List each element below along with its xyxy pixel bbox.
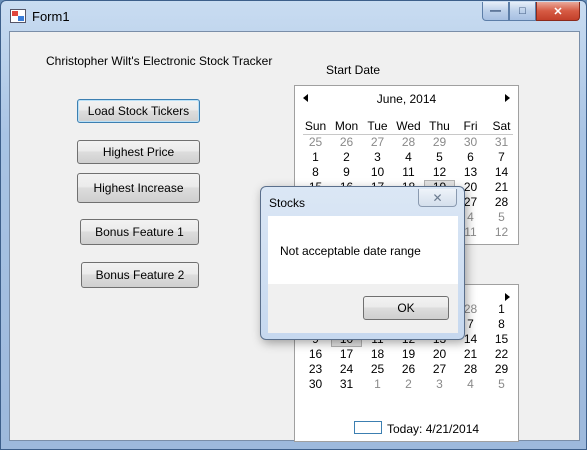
- calendar-day[interactable]: 4: [455, 377, 486, 392]
- next-month-arrow-icon[interactable]: [505, 293, 510, 301]
- today-label[interactable]: Today: 4/21/2014: [387, 422, 479, 436]
- calendar-day[interactable]: 13: [455, 165, 486, 180]
- calendar-day[interactable]: 29: [424, 135, 455, 150]
- calendar-day[interactable]: 15: [486, 332, 517, 347]
- calendar-day[interactable]: 7: [486, 150, 517, 165]
- calendar-day[interactable]: 11: [393, 165, 424, 180]
- start-date-label: Start Date: [326, 63, 381, 77]
- dialog-title: Stocks: [269, 196, 306, 210]
- calendar-day[interactable]: 21: [486, 180, 517, 195]
- calendar-day[interactable]: 2: [331, 150, 362, 165]
- highest-price-button[interactable]: Highest Price: [77, 140, 200, 164]
- calendar-day[interactable]: 31: [331, 377, 362, 392]
- calendar-day[interactable]: 3: [362, 150, 393, 165]
- message-box: Stocks ✕ Not acceptable date range OK: [260, 186, 465, 340]
- maximize-icon: □: [519, 5, 526, 17]
- calendar-day[interactable]: 8: [486, 317, 517, 332]
- dialog-body: Not acceptable date range: [268, 216, 458, 284]
- weekday-header: Wed: [396, 119, 421, 133]
- calendar-day[interactable]: 19: [393, 347, 424, 362]
- calendar-day[interactable]: 28: [455, 362, 486, 377]
- close-icon: ✕: [553, 5, 563, 18]
- calendar-day[interactable]: 16: [300, 347, 331, 362]
- weekday-header: Thu: [429, 119, 450, 133]
- calendar-day[interactable]: 5: [424, 150, 455, 165]
- calendar-day[interactable]: 31: [486, 135, 517, 150]
- title-bar[interactable]: Form1 — □ ✕: [1, 1, 586, 31]
- calendar-day[interactable]: 3: [424, 377, 455, 392]
- calendar-day[interactable]: 1: [300, 150, 331, 165]
- app-icon: [10, 9, 26, 23]
- calendar-day[interactable]: 2: [393, 377, 424, 392]
- calendar-day[interactable]: 4: [393, 150, 424, 165]
- app-title-label: Christopher Wilt's Electronic Stock Trac…: [46, 54, 273, 68]
- calendar-day[interactable]: 14: [486, 165, 517, 180]
- calendar-day[interactable]: 1: [362, 377, 393, 392]
- bonus-feature-1-button[interactable]: Bonus Feature 1: [80, 219, 199, 245]
- calendar-day[interactable]: 8: [300, 165, 331, 180]
- calendar-day[interactable]: 20: [424, 347, 455, 362]
- calendar-day[interactable]: 23: [300, 362, 331, 377]
- maximize-button[interactable]: □: [509, 2, 536, 21]
- minimize-button[interactable]: —: [482, 2, 509, 21]
- calendar-day[interactable]: 5: [486, 377, 517, 392]
- calendar-day[interactable]: 18: [362, 347, 393, 362]
- dialog-footer: OK: [268, 284, 458, 333]
- dialog-close-button[interactable]: ✕: [418, 189, 457, 207]
- calendar-day[interactable]: 12: [424, 165, 455, 180]
- close-icon: ✕: [432, 190, 443, 205]
- calendar-day[interactable]: 17: [331, 347, 362, 362]
- today-marker: [354, 421, 382, 434]
- calendar-day[interactable]: 30: [300, 377, 331, 392]
- weekday-header: Tue: [367, 119, 388, 133]
- weekday-header: Fri: [463, 119, 478, 133]
- window-title: Form1: [32, 9, 70, 24]
- weekday-header: Sun: [304, 119, 327, 133]
- calendar-day[interactable]: 26: [393, 362, 424, 377]
- calendar-day[interactable]: 27: [424, 362, 455, 377]
- highest-increase-button[interactable]: Highest Increase: [77, 173, 200, 203]
- caption-buttons: — □ ✕: [482, 2, 580, 21]
- calendar-day[interactable]: 22: [486, 347, 517, 362]
- calendar-day[interactable]: 25: [362, 362, 393, 377]
- calendar-day[interactable]: 6: [455, 150, 486, 165]
- calendar-day[interactable]: 21: [455, 347, 486, 362]
- calendar-day[interactable]: 9: [331, 165, 362, 180]
- weekday-header: Sat: [492, 119, 511, 133]
- dialog-message: Not acceptable date range: [280, 244, 421, 258]
- load-stock-tickers-button[interactable]: Load Stock Tickers: [77, 99, 200, 123]
- calendar-day[interactable]: 25: [300, 135, 331, 150]
- calendar-day[interactable]: 28: [486, 195, 517, 210]
- ok-button[interactable]: OK: [363, 296, 449, 320]
- bonus-feature-2-button[interactable]: Bonus Feature 2: [81, 262, 199, 288]
- weekday-header-row: Sun Mon Tue Wed Thu Fri Sat: [300, 119, 516, 134]
- minimize-icon: —: [490, 5, 501, 17]
- month-year-label[interactable]: June, 2014: [295, 92, 518, 108]
- calendar-day[interactable]: 1: [486, 302, 517, 317]
- calendar-day[interactable]: 10: [362, 165, 393, 180]
- calendar-day[interactable]: 24: [331, 362, 362, 377]
- calendar-day[interactable]: 26: [331, 135, 362, 150]
- calendar-day[interactable]: 28: [393, 135, 424, 150]
- close-button[interactable]: ✕: [536, 2, 580, 21]
- calendar-day[interactable]: 12: [486, 225, 517, 240]
- calendar-day[interactable]: 27: [362, 135, 393, 150]
- calendar-day[interactable]: 29: [486, 362, 517, 377]
- calendar-day[interactable]: 5: [486, 210, 517, 225]
- weekday-header: Mon: [334, 119, 359, 133]
- calendar-day[interactable]: 30: [455, 135, 486, 150]
- next-month-arrow-icon[interactable]: [505, 94, 510, 102]
